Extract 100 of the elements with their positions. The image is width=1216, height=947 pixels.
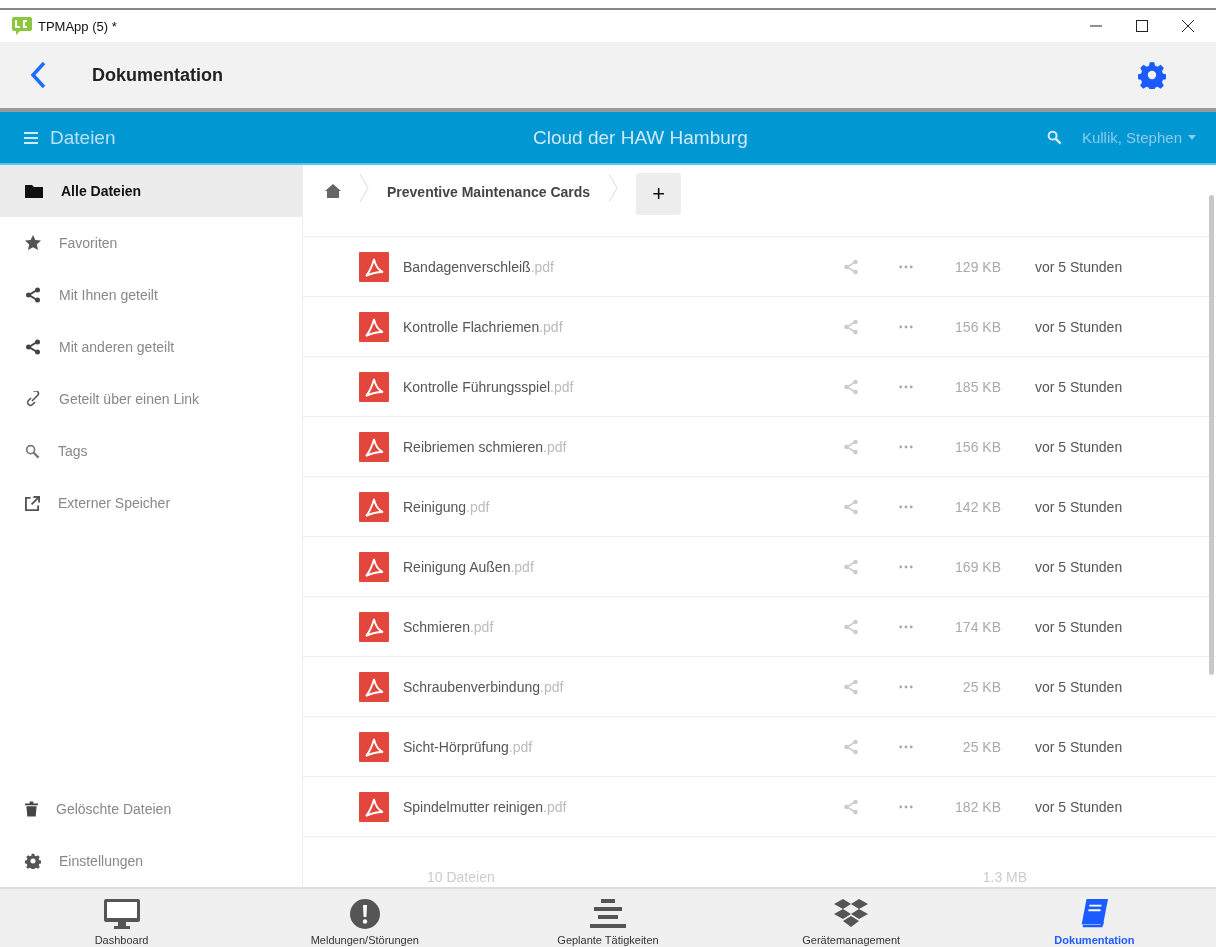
more-icon[interactable] [899, 504, 913, 509]
more-icon[interactable] [899, 384, 913, 389]
add-button[interactable]: + [636, 173, 682, 215]
chevron-icon [359, 173, 369, 203]
nav-tab[interactable]: Dokumentation [972, 889, 1216, 947]
share-icon[interactable] [843, 438, 859, 455]
file-size: 25 KB [961, 738, 1001, 755]
settings-icon[interactable] [1138, 61, 1166, 89]
pdf-icon [359, 611, 389, 642]
pdf-icon [359, 251, 389, 282]
file-name[interactable]: Sicht-Hörprüfung.pdf [403, 738, 843, 755]
monitor-icon [103, 899, 140, 929]
share-icon[interactable] [843, 258, 859, 275]
sidebar-item[interactable]: Geteilt über einen Link [0, 373, 302, 425]
file-size: 174 KB [954, 618, 1001, 635]
back-icon[interactable] [30, 61, 46, 89]
menu-icon[interactable] [24, 131, 38, 144]
file-modified: vor 5 Stunden [1035, 438, 1123, 455]
sidebar-item[interactable]: Externer Speicher [0, 477, 302, 529]
nav-tab[interactable]: Dashboard [0, 889, 244, 947]
sidebar-item[interactable]: Einstellungen [0, 835, 302, 887]
share-icon[interactable] [843, 618, 859, 635]
more-icon[interactable] [899, 684, 913, 689]
home-icon[interactable] [325, 184, 341, 198]
exclamation-icon [349, 899, 380, 929]
file-modified: vor 5 Stunden [1035, 798, 1123, 815]
file-name[interactable]: Schmieren.pdf [403, 618, 843, 635]
close-icon[interactable] [1182, 20, 1194, 32]
settings-icon [25, 853, 41, 869]
pdf-icon [359, 491, 389, 522]
folder-icon [25, 184, 43, 198]
file-modified: vor 5 Stunden [1035, 738, 1123, 755]
more-icon[interactable] [899, 324, 913, 329]
file-size: 142 KB [954, 498, 1001, 515]
window-title: TPMApp (5) * [38, 18, 117, 34]
file-modified: vor 5 Stunden [1035, 558, 1123, 575]
share-icon[interactable] [843, 738, 859, 755]
caret-icon [1188, 135, 1196, 140]
file-size: 129 KB [954, 258, 1001, 275]
more-icon[interactable] [899, 564, 913, 569]
file-modified: vor 5 Stunden [1035, 618, 1123, 635]
chevron-icon [608, 173, 619, 203]
sidebar-item[interactable]: Alle Dateien [0, 165, 302, 217]
maximize-icon[interactable] [1136, 20, 1148, 32]
cloud-title: Cloud der HAW Hamburg [533, 126, 748, 149]
more-icon[interactable] [899, 264, 913, 269]
file-name[interactable]: Schraubenverbindung.pdf [403, 678, 843, 695]
sidebar-item[interactable]: Mit Ihnen geteilt [0, 269, 302, 321]
star-icon [25, 235, 41, 251]
nav-tab[interactable]: Geplante Tätigkeiten [486, 889, 730, 947]
file-name[interactable]: Bandagenverschleiß.pdf [403, 258, 843, 275]
file-size: 169 KB [954, 558, 1001, 575]
search-icon[interactable] [1046, 130, 1062, 145]
file-name[interactable]: Kontrolle Führungsspiel.pdf [403, 378, 843, 395]
pdf-icon [359, 551, 389, 582]
pdf-icon [359, 431, 389, 462]
more-icon[interactable] [899, 444, 913, 449]
share-icon[interactable] [843, 678, 859, 695]
more-icon[interactable] [899, 804, 913, 809]
scrollbar[interactable] [1209, 195, 1214, 675]
page-title: Dokumentation [92, 64, 223, 86]
more-icon[interactable] [899, 744, 913, 749]
trash-icon [25, 801, 38, 817]
pdf-icon [359, 311, 389, 342]
search-icon [25, 443, 40, 459]
align-center-icon [590, 899, 626, 929]
file-modified: vor 5 Stunden [1035, 378, 1123, 395]
file-name[interactable]: Reinigung.pdf [403, 498, 843, 515]
share-icon[interactable] [843, 318, 859, 335]
sidebar-item[interactable]: Tags [0, 425, 302, 477]
file-size: 185 KB [954, 378, 1001, 395]
pdf-icon [359, 791, 389, 822]
file-name[interactable]: Reibriemen schmieren.pdf [403, 438, 843, 455]
share-icon [25, 339, 41, 355]
share-icon[interactable] [843, 558, 859, 575]
file-modified: vor 5 Stunden [1035, 258, 1123, 275]
sidebar-item[interactable]: Gelöschte Dateien [0, 783, 302, 835]
share-icon[interactable] [843, 498, 859, 515]
file-name[interactable]: Kontrolle Flachriemen.pdf [403, 318, 843, 335]
file-size: 25 KB [961, 678, 1001, 695]
file-modified: vor 5 Stunden [1035, 318, 1123, 335]
external-link-icon [25, 495, 40, 511]
sidebar-item[interactable]: Mit anderen geteilt [0, 321, 302, 373]
link-icon [25, 391, 41, 407]
share-icon[interactable] [843, 378, 859, 395]
share-icon [25, 287, 41, 303]
file-modified: vor 5 Stunden [1035, 678, 1123, 695]
file-name[interactable]: Spindelmutter reinigen.pdf [403, 798, 843, 815]
share-icon[interactable] [843, 798, 859, 815]
breadcrumb-link[interactable]: Preventive Maintenance Cards [387, 184, 591, 200]
file-size: 156 KB [954, 438, 1001, 455]
more-icon[interactable] [899, 624, 913, 629]
sidebar-item[interactable]: Favoriten [0, 217, 302, 269]
nav-tab[interactable]: Gerätemanagement [729, 889, 973, 947]
section-title: Dateien [50, 126, 116, 149]
pdf-icon [359, 731, 389, 762]
pdf-icon [359, 371, 389, 402]
nav-tab[interactable]: Meldungen/Störungen [243, 889, 487, 947]
file-modified: vor 5 Stunden [1035, 498, 1123, 515]
file-name[interactable]: Reinigung Außen.pdf [403, 558, 843, 575]
